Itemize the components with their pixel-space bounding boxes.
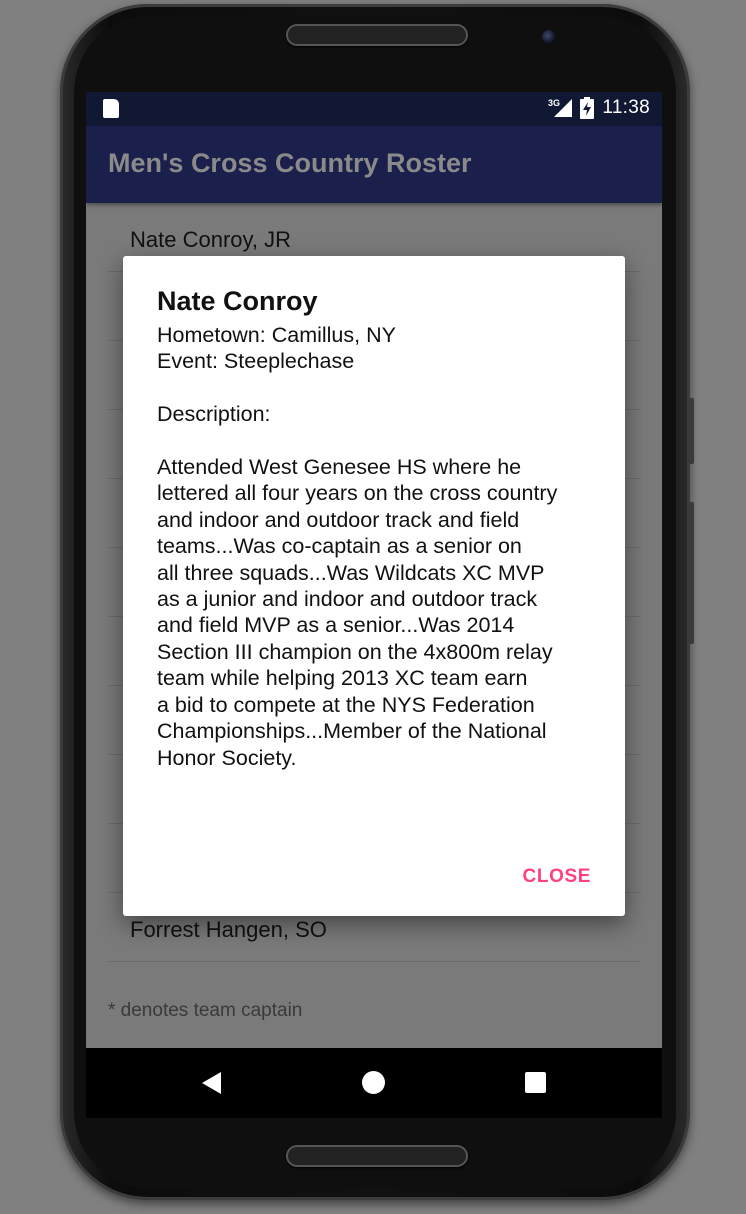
player-detail-dialog: Nate Conroy Hometown: Camillus, NY Event… [123, 256, 625, 916]
front-camera [542, 30, 556, 44]
screen: 3G 11:38 Men's Cross Country Roster Nate… [86, 92, 662, 1118]
list-item-label: Nate Conroy, JR [130, 227, 291, 252]
list-item-label: Forrest Hangen, SO [130, 917, 327, 942]
status-bar: 3G 11:38 [86, 92, 662, 126]
dialog-title: Nate Conroy [157, 286, 318, 316]
back-icon[interactable] [202, 1072, 221, 1094]
close-button[interactable]: CLOSE [523, 866, 591, 888]
recent-apps-icon[interactable] [525, 1072, 546, 1093]
bottom-speaker [286, 1145, 468, 1167]
app-bar: Men's Cross Country Roster [86, 126, 662, 203]
app-title: Men's Cross Country Roster [108, 148, 472, 178]
network-type-label: 3G [548, 98, 560, 108]
dialog-message: Hometown: Camillus, NY Event: Steeplecha… [157, 323, 558, 770]
top-speaker [286, 24, 468, 46]
power-button[interactable] [688, 398, 694, 464]
home-icon[interactable] [362, 1071, 385, 1094]
status-time: 11:38 [602, 97, 650, 118]
battery-charging-icon [580, 97, 595, 119]
cell-signal-icon: 3G [548, 98, 573, 117]
volume-rocker[interactable] [688, 502, 694, 644]
navigation-bar [86, 1048, 662, 1118]
captain-footnote: * denotes team captain [108, 1000, 303, 1021]
sd-card-icon [103, 99, 119, 118]
